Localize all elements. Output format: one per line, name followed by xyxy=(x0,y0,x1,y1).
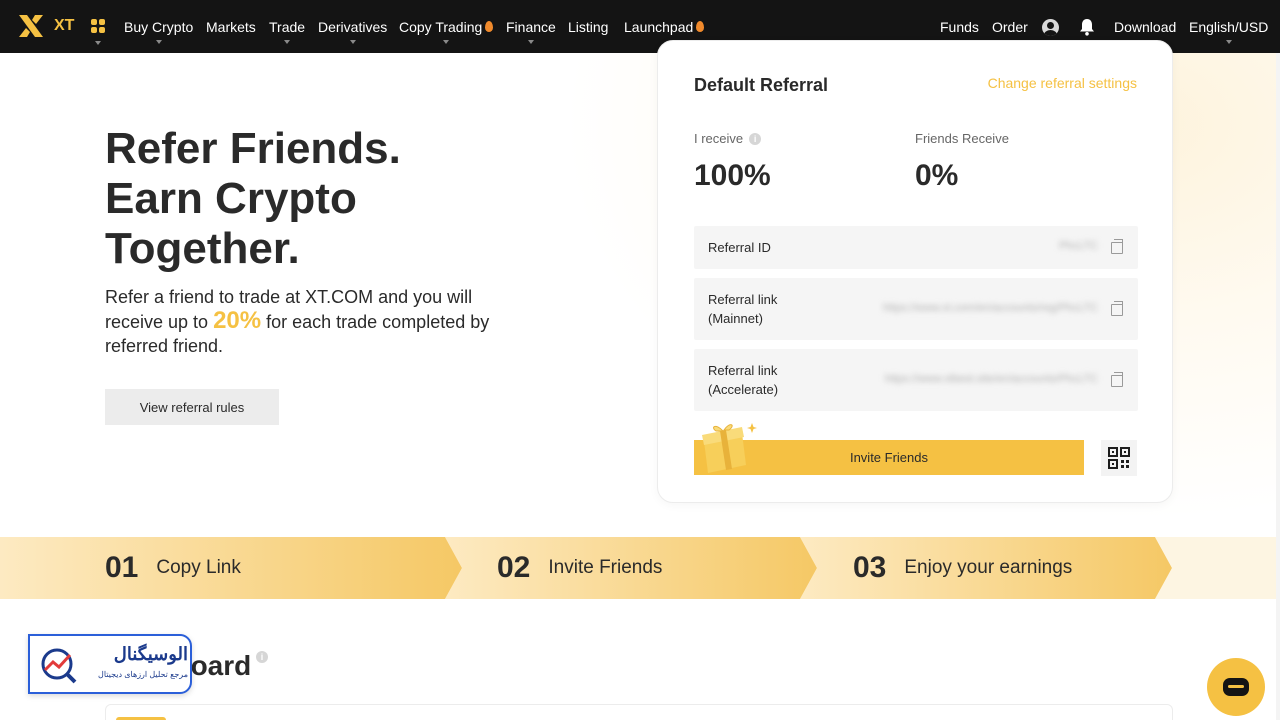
hero-title-line: Refer Friends. xyxy=(105,124,401,173)
hero-desc-percentage: 20% xyxy=(213,307,262,334)
language-currency-selector[interactable]: English/USD xyxy=(1189,0,1268,53)
chevron-down-icon xyxy=(155,40,162,44)
watermark-title: الوسیگنال xyxy=(113,644,188,664)
card-title: Default Referral xyxy=(694,75,829,95)
nav-item-label: Listing xyxy=(568,18,609,35)
hero-description: Refer a friend to trade at XT.COM and yo… xyxy=(105,285,495,358)
step-number: 03 xyxy=(853,551,887,584)
referral-link-accelerate-row: Referral link (Accelerate) https://www.x… xyxy=(694,349,1138,411)
nav-item-label: Derivatives xyxy=(318,18,388,35)
nav-item-trade[interactable]: Trade xyxy=(269,0,305,53)
logo-text: XT xyxy=(54,17,75,34)
hero-title-line: Together. xyxy=(105,224,300,273)
copy-icon[interactable] xyxy=(1111,301,1123,316)
nav-item-copy-trading[interactable]: Copy Trading xyxy=(399,0,494,53)
nav-item-label: Funds xyxy=(940,18,979,35)
nav-item-label: Markets xyxy=(206,18,256,35)
bell-icon[interactable] xyxy=(1079,18,1095,36)
change-referral-settings-link[interactable]: Change referral settings xyxy=(988,75,1137,91)
xt-logo[interactable]: XT xyxy=(17,13,74,39)
nav-item-label: English/USD xyxy=(1189,18,1269,35)
copy-icon[interactable] xyxy=(1111,372,1123,387)
page-scrollbar[interactable] xyxy=(1276,53,1280,720)
chevron-down-icon xyxy=(284,40,291,44)
step-number: 01 xyxy=(105,551,139,584)
chat-icon xyxy=(1223,678,1249,696)
view-referral-rules-button[interactable]: View referral rules xyxy=(105,389,279,425)
fire-icon xyxy=(485,21,494,32)
fire-icon xyxy=(696,21,705,32)
nav-item-label: Copy Trading xyxy=(399,18,483,35)
chat-support-button[interactable] xyxy=(1207,658,1265,716)
watermark-subtitle: مرجع تحلیل ارزهای دیجیتال xyxy=(98,670,188,679)
referral-link-accelerate-label: Referral link (Accelerate) xyxy=(708,363,779,397)
xt-logo-icon xyxy=(19,15,43,37)
referral-id-label: Referral ID xyxy=(708,240,771,255)
referral-link-mainnet-label: Referral link (Mainnet) xyxy=(708,292,778,326)
nav-item-label: Launchpad xyxy=(624,18,694,35)
info-icon[interactable]: i xyxy=(749,132,762,145)
chevron-down-icon xyxy=(443,40,450,44)
apps-grid-icon[interactable] xyxy=(91,19,105,45)
default-referral-card: Default Referral Change referral setting… xyxy=(657,40,1173,503)
step-1: 01 Copy Link xyxy=(105,537,241,599)
info-icon[interactable]: i xyxy=(256,651,268,663)
nav-item-derivatives[interactable]: Derivatives xyxy=(318,0,387,53)
step-label: Invite Friends xyxy=(548,557,663,578)
nav-item-label: Buy Crypto xyxy=(124,18,194,35)
nav-item-label: Download xyxy=(1114,18,1177,35)
nav-item-listing[interactable]: Listing xyxy=(568,0,608,53)
nav-item-label: Trade xyxy=(269,18,306,35)
watermark-logo: الوسیگنال مرجع تحلیل ارزهای دیجیتال xyxy=(28,634,192,694)
step-label: Copy Link xyxy=(156,557,241,578)
step-number: 02 xyxy=(497,551,531,584)
gift-box-icon xyxy=(702,423,757,473)
user-avatar-icon[interactable] xyxy=(1042,19,1059,36)
i-receive-label-text: I receive xyxy=(694,131,744,146)
chevron-down-icon xyxy=(527,40,534,44)
i-receive-label: I receive i xyxy=(694,131,762,146)
referral-steps-band: 01 Copy Link 02 Invite Friends 03 Enjoy … xyxy=(0,537,1280,599)
referral-id-row: Referral ID PhcLTC xyxy=(694,226,1138,269)
chevron-down-icon xyxy=(1225,40,1232,44)
hero-title: Refer Friends. Earn Crypto Together. xyxy=(105,124,525,274)
i-receive-value: 100% xyxy=(694,159,771,192)
step-label: Enjoy your earnings xyxy=(904,557,1073,578)
hero-title-line: Earn Crypto xyxy=(105,174,357,223)
referral-link-accelerate-value: https://www.xtbest.site/en/accounts/PhcL… xyxy=(884,373,1098,385)
step-2: 02 Invite Friends xyxy=(497,537,662,599)
dashboard-panel xyxy=(105,704,1173,720)
referral-link-mainnet-row: Referral link (Mainnet) https://www.xt.c… xyxy=(694,278,1138,340)
chevron-down-icon xyxy=(349,40,356,44)
nav-item-markets[interactable]: Markets xyxy=(206,0,256,53)
step-3: 03 Enjoy your earnings xyxy=(853,537,1072,599)
nav-item-label: Finance xyxy=(506,18,556,35)
referral-id-value: PhcLTC xyxy=(1059,240,1098,252)
qr-code-icon[interactable] xyxy=(1101,440,1137,476)
watermark-chart-icon xyxy=(41,648,77,684)
friends-receive-value: 0% xyxy=(915,159,959,192)
friends-receive-label: Friends Receive xyxy=(915,131,1009,146)
referral-link-mainnet-value: https://www.xt.com/en/accounts/reg/PhcLT… xyxy=(883,302,1098,314)
copy-icon[interactable] xyxy=(1111,239,1123,254)
nav-item-buy-crypto[interactable]: Buy Crypto xyxy=(124,0,193,53)
nav-item-label: Order xyxy=(992,18,1028,35)
nav-item-finance[interactable]: Finance xyxy=(506,0,556,53)
